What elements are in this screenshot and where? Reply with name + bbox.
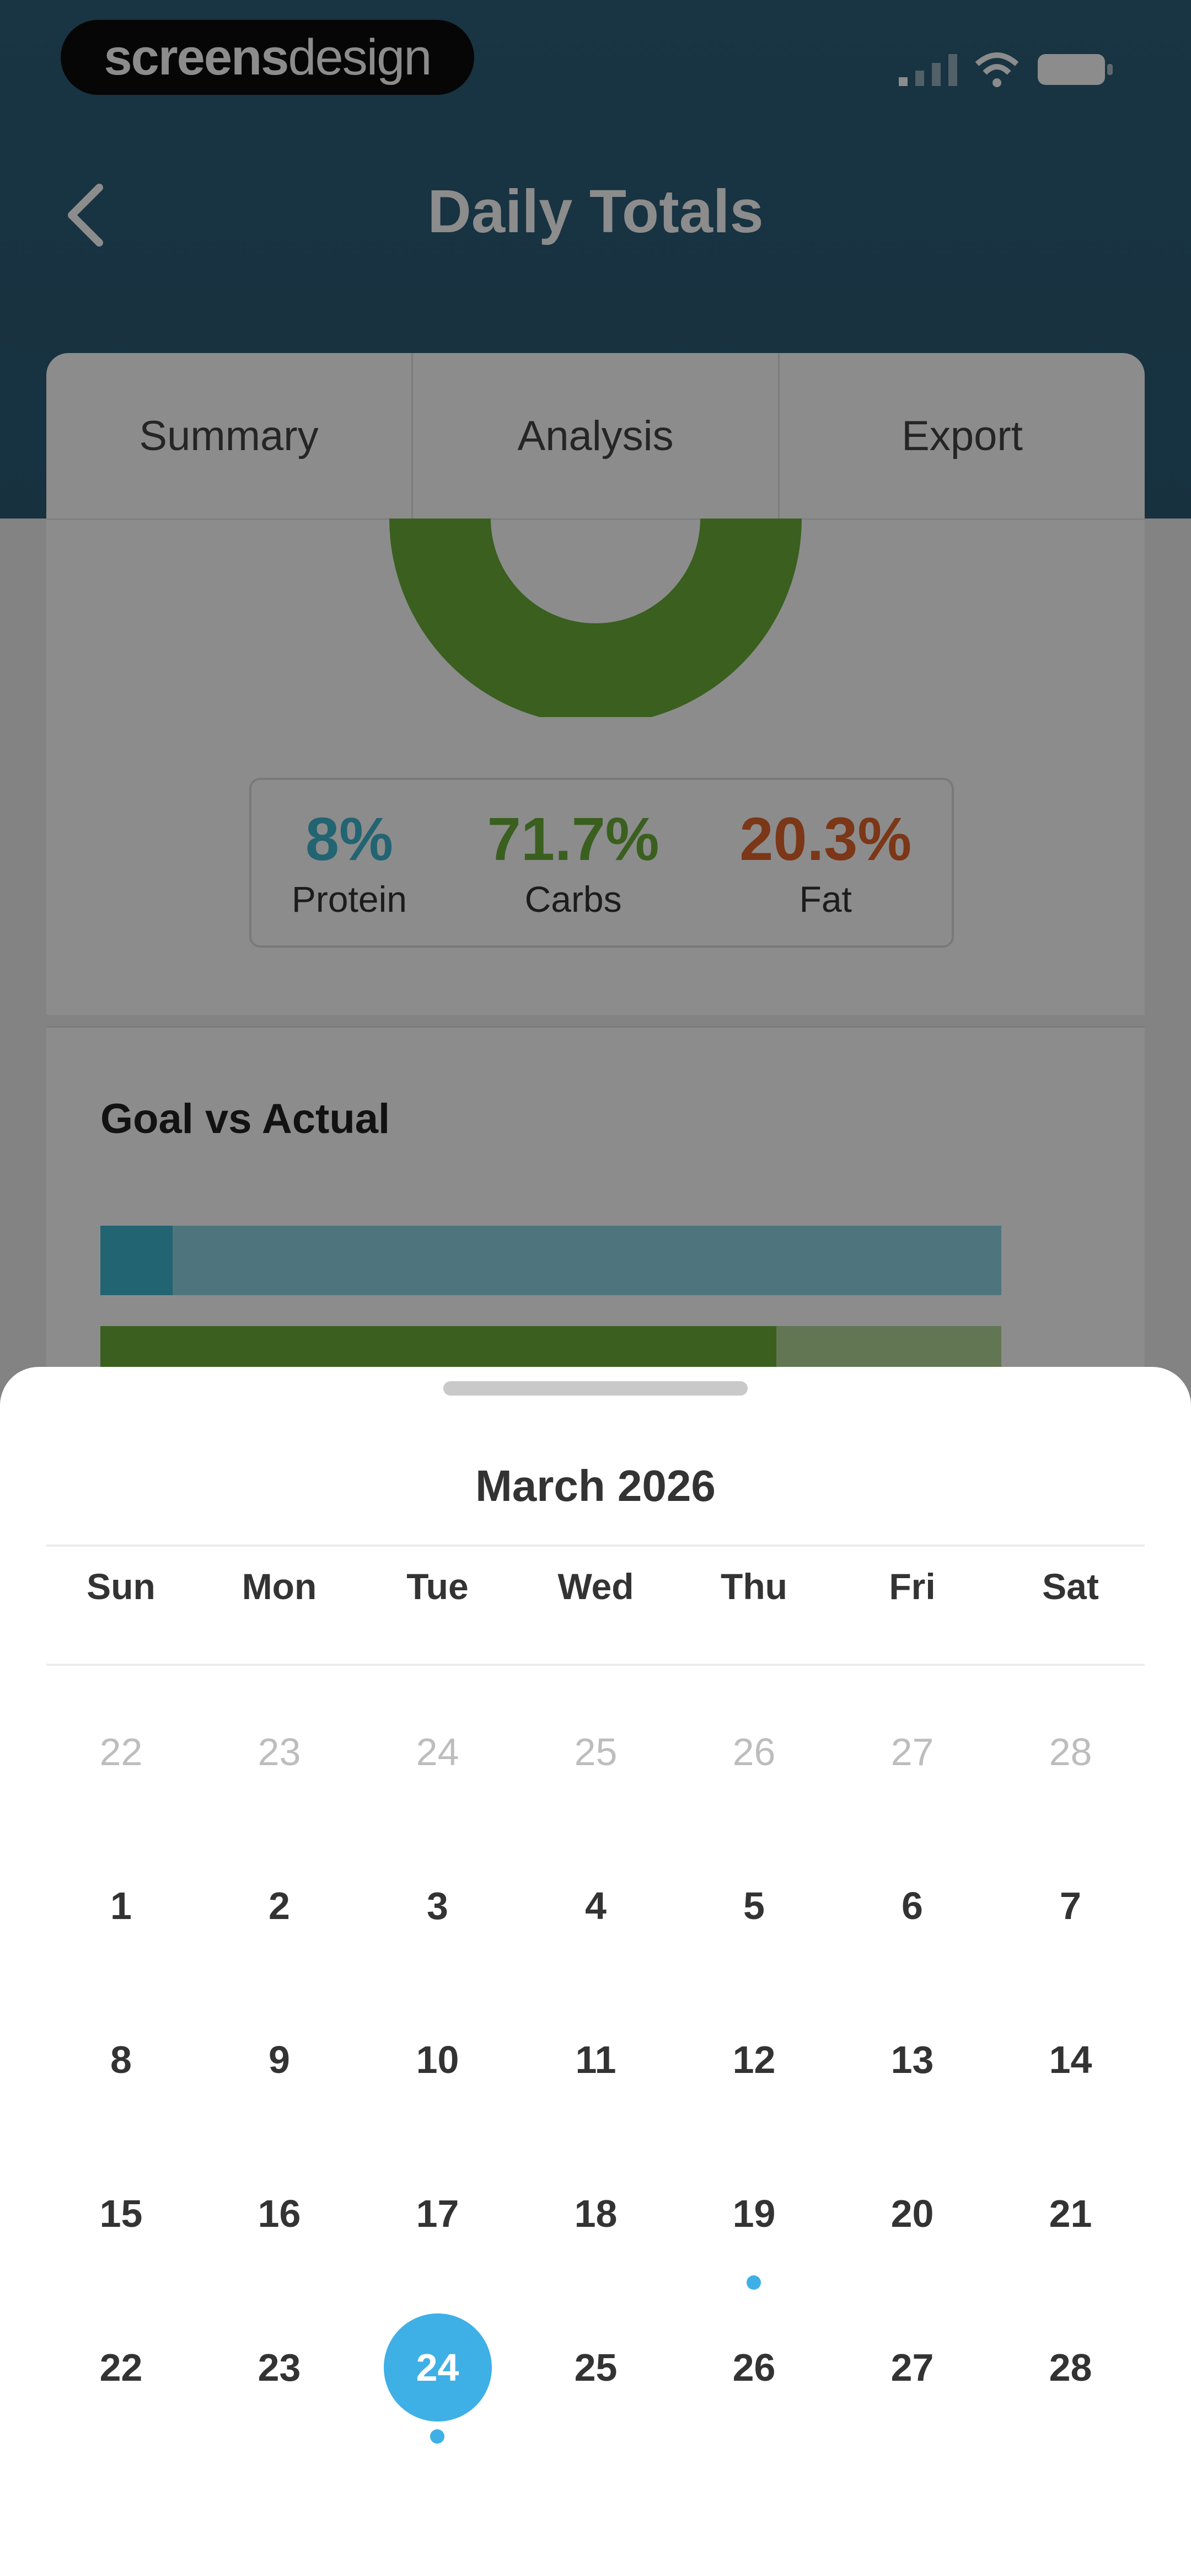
calendar-month-title: March 2026: [475, 1461, 716, 1510]
calendar-day[interactable]: 13: [833, 1995, 991, 2149]
calendar-day-number: 3: [427, 1884, 448, 1927]
calendar-day-number: 1: [110, 1884, 132, 1927]
sheet-grabber-handle[interactable]: [443, 1381, 748, 1396]
calendar-day-number: 17: [416, 2192, 459, 2235]
calendar-day[interactable]: 10: [358, 1995, 517, 2149]
calendar-day[interactable]: 8: [42, 1995, 200, 2149]
month-divider: [46, 1544, 1145, 1547]
calendar-day[interactable]: 11: [517, 1995, 675, 2149]
calendar-day-previous-month[interactable]: 28: [991, 1687, 1150, 1841]
weekday-header-row: Sun Mon Tue Wed Thu Fri Sat: [0, 1565, 1191, 1607]
calendar-day-previous-month[interactable]: 23: [200, 1687, 358, 1841]
calendar-day-number: 27: [890, 2346, 934, 2389]
calendar-day-number: 24: [383, 2313, 492, 2422]
calendar-day-number: 4: [585, 1884, 607, 1927]
calendar-day[interactable]: 25: [517, 2302, 675, 2456]
calendar-day-number: 25: [574, 2346, 618, 2389]
calendar-day-number: 13: [890, 2038, 934, 2081]
calendar-day-number: 16: [257, 2192, 301, 2235]
calendar-day[interactable]: 9: [200, 1995, 358, 2149]
calendar-day-previous-month[interactable]: 25: [517, 1687, 675, 1841]
calendar-day-number: 2: [269, 1884, 290, 1927]
calendar-day-number: 27: [890, 1730, 934, 1773]
calendar-day-previous-month[interactable]: 26: [675, 1687, 833, 1841]
calendar-day-number: 14: [1049, 2038, 1092, 2081]
weekday-thu: Thu: [721, 1566, 787, 1607]
entry-indicator-dot: [747, 2275, 761, 2290]
calendar-day[interactable]: 17: [358, 2149, 517, 2302]
calendar-day-number: 8: [110, 2038, 132, 2081]
calendar-day[interactable]: 16: [200, 2149, 358, 2302]
calendar-day-number: 20: [890, 2192, 934, 2235]
calendar-day-number: 11: [575, 2038, 616, 2081]
calendar-day-number: 9: [269, 2038, 290, 2081]
calendar-day[interactable]: 12: [675, 1995, 833, 2149]
weekday-sun: Sun: [87, 1566, 155, 1607]
calendar-day-number: 28: [1049, 2346, 1092, 2389]
calendar-day-previous-month[interactable]: 22: [42, 1687, 200, 1841]
calendar-day-number: 18: [574, 2192, 618, 2235]
calendar-day[interactable]: 19: [675, 2149, 833, 2302]
calendar-week-row: 1 2 3 4 5 6 7: [42, 1841, 1150, 1995]
weekday-wed: Wed: [557, 1566, 634, 1607]
calendar-week-row: 22 23 24 25 26 27 28: [42, 1687, 1150, 1841]
calendar-day-number: 5: [743, 1884, 765, 1927]
calendar-day-number: 21: [1049, 2192, 1092, 2235]
calendar-day[interactable]: 18: [517, 2149, 675, 2302]
calendar-day-number: 22: [99, 1730, 143, 1773]
calendar-day[interactable]: 3: [358, 1841, 517, 1995]
calendar-day-number: 25: [574, 1730, 618, 1773]
calendar-day-number: 26: [732, 1730, 776, 1773]
calendar-week-row: 15 16 17 18 19 20 21: [42, 2149, 1150, 2302]
calendar-day[interactable]: 23: [200, 2302, 358, 2456]
calendar-day-number: 12: [732, 2038, 776, 2081]
calendar-day[interactable]: 5: [675, 1841, 833, 1995]
calendar-week-row: 8 9 10 11 12 13 14: [42, 1995, 1150, 2149]
calendar-day[interactable]: 20: [833, 2149, 991, 2302]
calendar-day-number: 24: [416, 1730, 459, 1773]
calendar-bottom-sheet: March 2026 Sun Mon Tue Wed Thu Fri Sat 2…: [0, 1367, 1191, 2576]
calendar-day[interactable]: 28: [991, 2302, 1150, 2456]
calendar-day[interactable]: 1: [42, 1841, 200, 1995]
calendar-day-previous-month[interactable]: 24: [358, 1687, 517, 1841]
calendar-day-previous-month[interactable]: 27: [833, 1687, 991, 1841]
calendar-day[interactable]: 14: [991, 1995, 1150, 2149]
calendar-day[interactable]: 27: [833, 2302, 991, 2456]
calendar-day-number: 23: [257, 1730, 301, 1773]
weekday-tue: Tue: [406, 1566, 469, 1607]
calendar-day[interactable]: 7: [991, 1841, 1150, 1995]
weekday-fri: Fri: [889, 1566, 936, 1607]
calendar-day[interactable]: 26: [675, 2302, 833, 2456]
calendar-day-number: 10: [416, 2038, 459, 2081]
calendar-day-number: 28: [1049, 1730, 1092, 1773]
calendar-day-grid: 22 23 24 25 26 27 28 1 2 3 4 5 6 7 8 9 10 11 12 13 14 15 16 17 1…: [42, 1687, 1150, 2456]
calendar-day-number: 22: [99, 2346, 143, 2389]
calendar-day[interactable]: 21: [991, 2149, 1150, 2302]
calendar-day[interactable]: 6: [833, 1841, 991, 1995]
calendar-day[interactable]: 15: [42, 2149, 200, 2302]
calendar-day-selected[interactable]: 24: [358, 2302, 517, 2456]
calendar-day[interactable]: 22: [42, 2302, 200, 2456]
weekday-mon: Mon: [242, 1566, 317, 1607]
calendar-day[interactable]: 4: [517, 1841, 675, 1995]
calendar-day-number: 26: [732, 2346, 776, 2389]
calendar-week-row: 22 23 24 25 26 27 28: [42, 2302, 1150, 2456]
calendar-day-number: 23: [257, 2346, 301, 2389]
weekday-sat: Sat: [1042, 1566, 1099, 1607]
calendar-day-number: 15: [99, 2192, 143, 2235]
calendar-day-number: 6: [902, 1884, 923, 1927]
calendar-day-number: 7: [1060, 1884, 1081, 1927]
entry-indicator-dot: [430, 2429, 444, 2444]
calendar-day[interactable]: 2: [200, 1841, 358, 1995]
calendar-day-number: 19: [732, 2192, 776, 2235]
weekday-divider: [46, 1664, 1145, 1666]
